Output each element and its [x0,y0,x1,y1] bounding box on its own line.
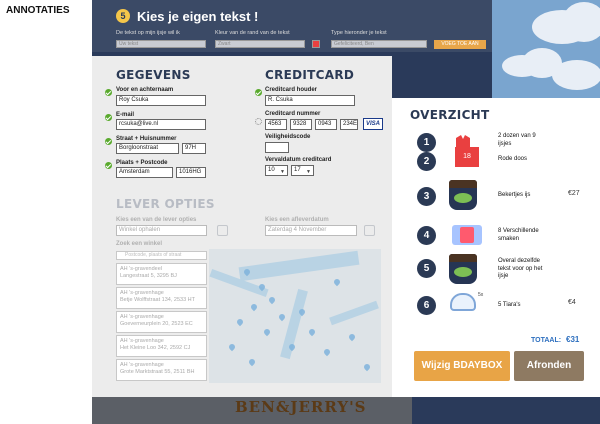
edit-box-button[interactable]: Wijzig BDAYBOX [414,351,510,381]
item-text: Overal dezelfde tekst voor op het ijsje [498,258,543,279]
item-text: 5 Tiara's [498,302,521,308]
street-valid-icon [105,138,112,145]
expiry-year-value: 17 [294,167,301,173]
expiry-month-select[interactable]: 10 ▼ [265,165,288,176]
holder-label: Creditcard houder [265,87,318,93]
tiara-icon [450,293,476,311]
housenumber-field[interactable]: 97H [182,143,206,154]
chevron-down-icon: ▼ [306,169,311,175]
store-address: Langestraat 5, 3295 BJ [120,273,177,279]
store-address: Goeverneurplein 20, 2523 EC [120,321,193,327]
store-search-label: Zoek een winkel [116,241,163,247]
city-field[interactable]: Amsterdam [116,167,173,178]
cardnumber-part-1[interactable]: 4563 [265,119,287,130]
truck-icon [217,225,228,236]
text-label: De tekst op mijn ijsje wil ik [116,30,180,36]
store-name: AH 's-gravendeel [120,266,163,272]
color-swatch[interactable] [312,40,320,48]
step-number: 5 [116,9,130,23]
lever-option-label: Kies een van de lever opties [116,217,197,223]
cvc-label: Veiligheidscode [265,134,311,140]
step-title: Kies je eigen tekst ! [137,9,259,24]
total-value: €31 [566,335,580,344]
item-text: Rode doos [498,156,528,162]
store-map[interactable] [209,249,381,383]
item-number: 2 [417,152,436,171]
item-price: €27 [568,190,580,197]
chevron-down-icon: ▼ [280,169,285,175]
store-item[interactable]: AH 's-gravenhage Grote Marktstraat 55, 25… [116,359,207,381]
ice-cream-tub-icon [449,180,477,210]
name-valid-icon [105,89,112,96]
loading-icon [255,118,262,125]
cardnumber-label: Creditcard nummer [265,111,321,117]
cardnumber-part-2[interactable]: 9328 [290,119,312,130]
item-number: 6 [417,296,436,315]
store-address: Het Kleine Loo 342, 2592 CJ [120,345,191,351]
sky-decoration [492,0,600,98]
item-number: 1 [417,133,436,152]
store-name: AH 's-gravenhage [120,362,164,368]
color-label: Kleur van de rand van de tekst [215,30,290,36]
add-text-button[interactable]: VOEG TOE AAN [434,40,486,49]
street-label: Straat + Huisnummer [116,136,177,142]
text-select[interactable]: Uw tekst [116,40,206,48]
store-name: AH 's-gravenhage [120,314,164,320]
annotation-label: ANNOTATIES [6,5,70,16]
type-label: Type hieronder je tekst [331,30,387,36]
item-number: 3 [417,187,436,206]
box-icon [456,135,470,147]
custom-text-input[interactable]: Gefeliciteerd, Ben [331,40,427,48]
email-field[interactable]: rcsuka@live.nl [116,119,206,130]
color-select[interactable]: Zwart [215,40,305,48]
expiry-month-value: 10 [268,167,275,173]
total-label: TOTAAL: [531,337,562,344]
store-address: Grote Marktstraat 55, 2511 BH [120,369,195,375]
lever-title: LEVER OPTIES [116,197,215,211]
holder-valid-icon [255,89,262,96]
cardnumber-part-3[interactable]: 0943 [315,119,337,130]
expiry-year-select[interactable]: 17 ▼ [291,165,314,176]
holder-field[interactable]: R. Csuka [265,95,355,106]
store-name: AH 's-gravenhage [120,290,164,296]
email-label: E-mail [116,112,135,118]
ice-cream-tub-icon [449,254,477,284]
postcode-field[interactable]: 1016HG [176,167,206,178]
item-text: 8 Verschillende smaken [498,228,539,242]
brand-logo: BEN&JERRY'S [235,398,367,416]
email-valid-icon [105,114,112,121]
store-item[interactable]: AH 's-gravenhage Goeverneurplein 20, 2523… [116,311,207,333]
name-field[interactable]: Roy Csuka [116,95,206,106]
item-text: Bekertjes ijs [498,192,531,198]
city-label: Plaats + Postcode [116,160,168,166]
item-number: 4 [417,226,436,245]
gegevens-title: GEGEVENS [116,68,191,82]
creditcard-title: CREDITCARD [265,68,355,82]
store-search-input[interactable]: Postcode, plaats of straat [116,251,207,260]
flavours-icon [452,225,482,245]
visa-icon: VISA [363,118,383,130]
store-item[interactable]: AH 's-gravenhage Het Kleine Loo 342, 2592… [116,335,207,357]
lever-option-select[interactable]: Winkel ophalen [116,225,207,236]
city-valid-icon [105,162,112,169]
name-label: Voor en achternaam [116,87,174,93]
store-address: Betje Wolffstraat 134, 2533 HT [120,297,196,303]
finish-button[interactable]: Afronden [514,351,584,381]
cardnumber-part-4[interactable]: 234E [340,119,358,130]
date-label: Kies een afleverdatum [265,217,329,223]
item-text: 2 dozen van 9 ijsjes [498,133,536,147]
street-field[interactable]: Borgloonstraat [116,143,179,154]
store-name: AH 's-gravenhage [120,338,164,344]
overview-title: OVERZICHT [410,108,490,122]
cvc-field[interactable] [265,142,289,153]
expiry-label: Vervaldatum creditcard [265,157,332,163]
store-item[interactable]: AH 's-gravendeel Langestraat 5, 3295 BJ [116,263,207,285]
item-number: 5 [417,259,436,278]
item-price: €4 [568,299,576,306]
date-field[interactable]: Zaterdag 4 November [265,225,357,236]
store-item[interactable]: AH 's-gravenhage Betje Wolffstraat 134, 2… [116,287,207,309]
calendar-icon [364,225,375,236]
red-box-icon: 18 [455,147,479,167]
tiara-count: 5x [478,292,484,298]
